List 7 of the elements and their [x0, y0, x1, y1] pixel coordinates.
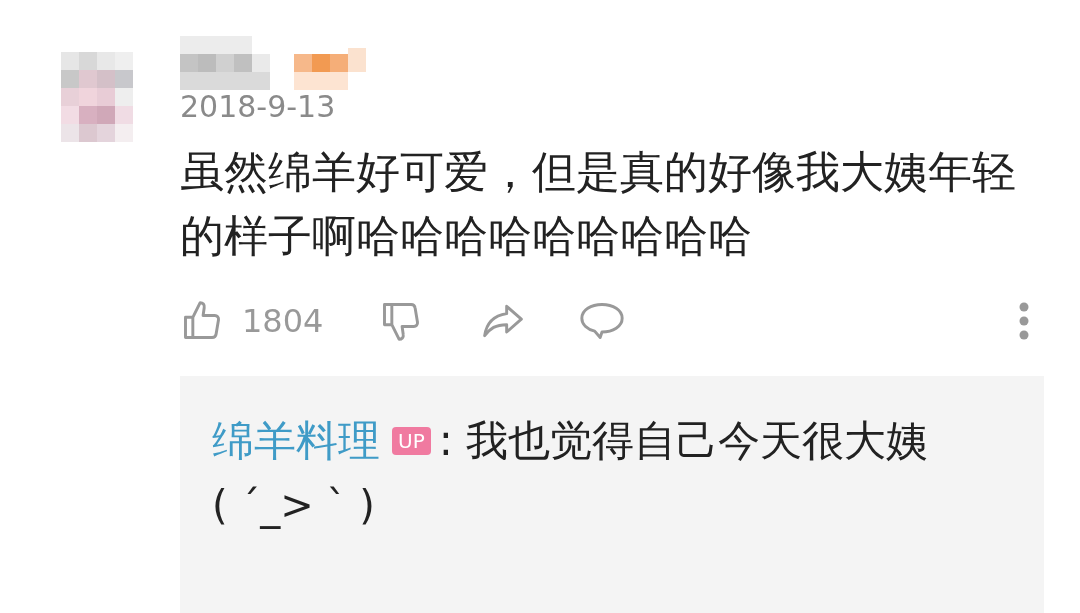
reply-author[interactable]: 绵羊料理: [212, 416, 380, 466]
reply-emoticon: ( ´_> ` ): [212, 481, 375, 530]
comment-date: 2018-9-13: [180, 92, 336, 122]
comment-text: 虽然绵羊好可爱，但是真的好像我大姨年轻的样子啊哈哈哈哈哈哈哈哈哈: [180, 145, 1017, 263]
reply-text: : 我也觉得自己今天很大姨: [438, 416, 929, 466]
like-count: 1804: [242, 301, 324, 342]
up-badge: UP: [392, 427, 431, 455]
